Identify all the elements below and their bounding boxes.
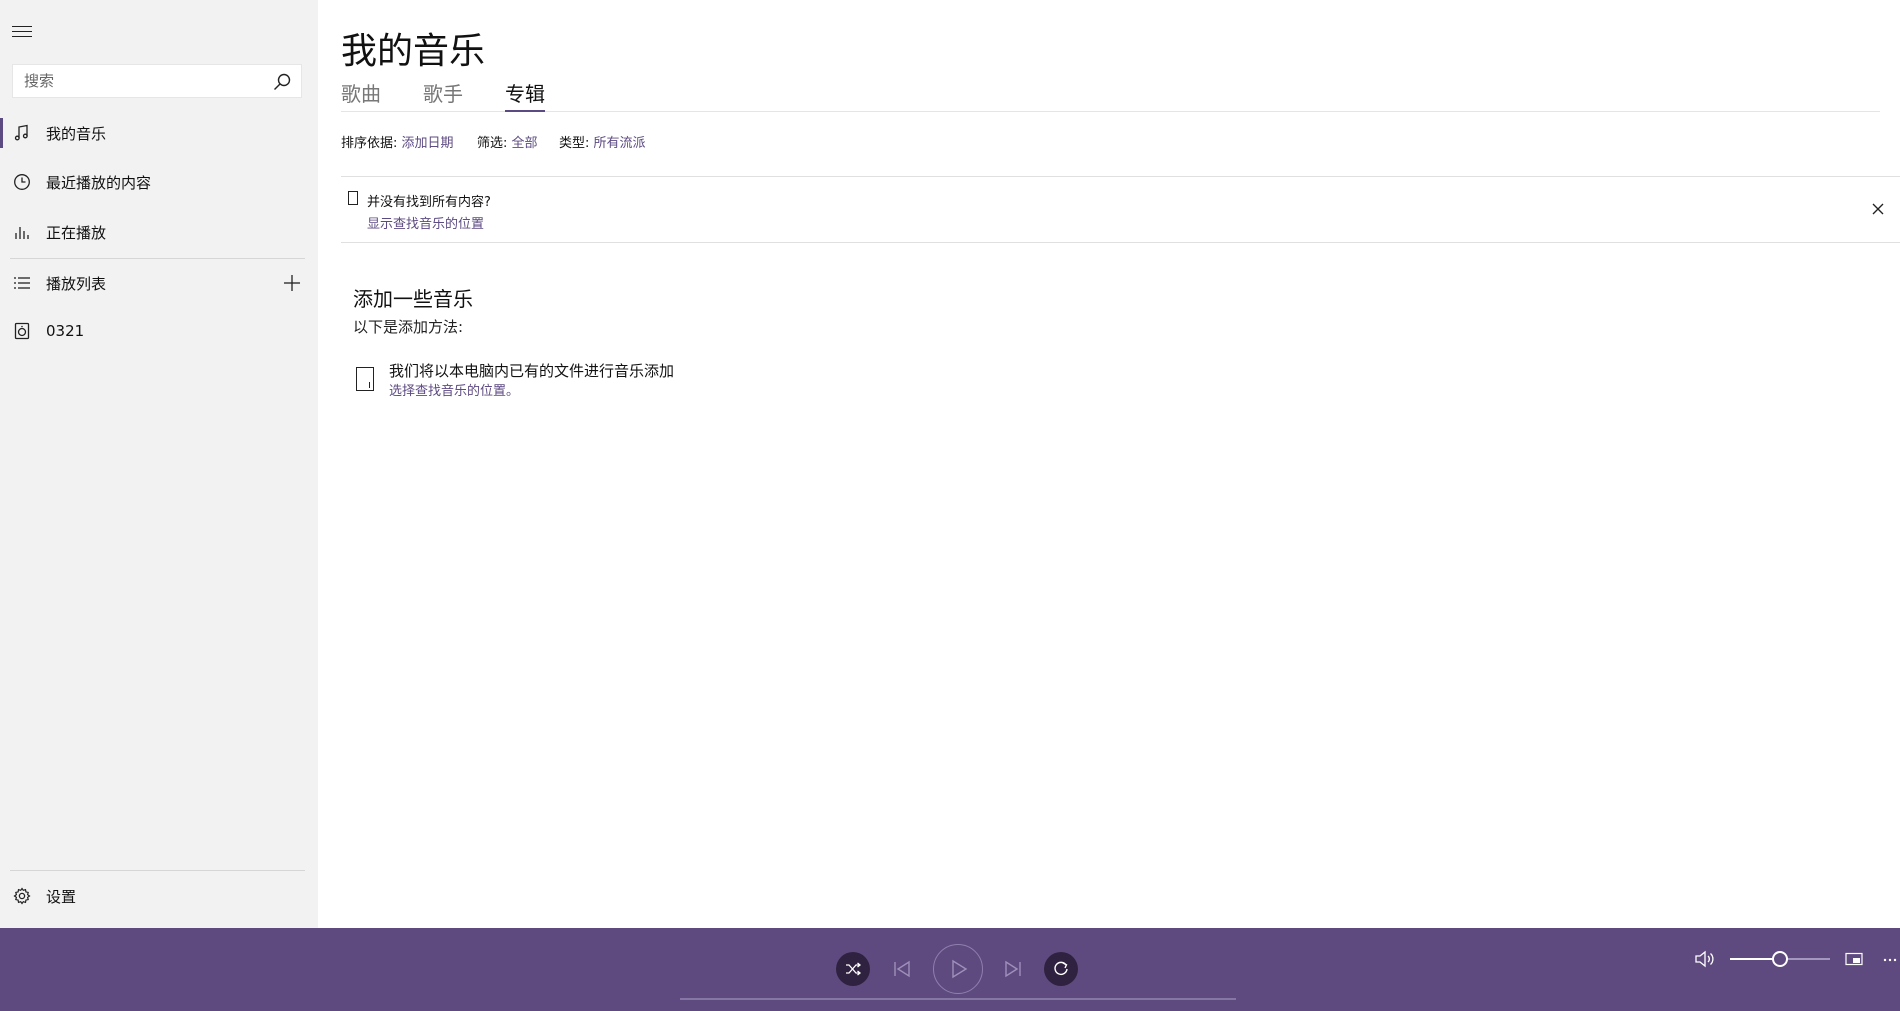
banner-text: 并没有找到所有内容?: [367, 195, 491, 210]
sidebar-item-recent[interactable]: 最近播放的内容: [0, 159, 318, 205]
sort-value[interactable]: 添加日期: [402, 136, 454, 151]
add-music-method-text: 我们将以本电脑内已有的文件进行音乐添加: [389, 362, 675, 380]
tab-artists[interactable]: 歌手: [423, 78, 463, 112]
speaker-icon: [13, 322, 31, 340]
sidebar-item-settings[interactable]: 设置: [0, 873, 318, 919]
tab-albums[interactable]: 专辑: [505, 78, 545, 112]
sort-label: 排序依据:: [341, 136, 398, 151]
sidebar-divider: [10, 258, 305, 259]
add-music-title: 添加一些音乐: [353, 287, 473, 311]
shuffle-icon: [846, 962, 862, 976]
volume-icon: [1695, 950, 1714, 968]
choose-music-locations-link[interactable]: 选择查找音乐的位置。: [389, 380, 519, 399]
page-title: 我的音乐: [341, 31, 486, 72]
close-icon[interactable]: [1870, 201, 1886, 217]
mini-view-button[interactable]: [1843, 948, 1865, 970]
playback-progress-bar[interactable]: [680, 998, 1236, 1000]
filter-label: 筛选:: [477, 136, 508, 151]
shuffle-button[interactable]: [836, 952, 870, 986]
search-input[interactable]: [13, 65, 263, 97]
volume-button[interactable]: [1693, 947, 1717, 971]
filter-value[interactable]: 全部: [512, 136, 538, 151]
sort-filter[interactable]: 排序依据: 添加日期: [341, 132, 454, 151]
player-bar: [0, 928, 1900, 1011]
hamburger-menu-icon[interactable]: [12, 26, 32, 40]
tab-songs[interactable]: 歌曲: [341, 78, 381, 112]
genre-label: 类型:: [559, 136, 590, 151]
sidebar-item-my-music[interactable]: 我的音乐: [0, 110, 318, 156]
sidebar-item-label: 最近播放的内容: [46, 173, 152, 192]
previous-button[interactable]: [890, 957, 914, 981]
more-icon: [1883, 958, 1897, 962]
next-button[interactable]: [1001, 957, 1025, 981]
playlist-icon: [13, 274, 31, 292]
search-icon[interactable]: [271, 71, 293, 93]
sidebar-divider: [10, 870, 305, 871]
sidebar-item-label: 正在播放: [46, 223, 107, 242]
play-icon: [952, 959, 968, 979]
music-note-icon: [13, 124, 31, 142]
clock-icon: [13, 173, 31, 191]
sidebar-item-label: 我的音乐: [46, 124, 107, 143]
device-icon: [356, 367, 374, 391]
add-playlist-icon[interactable]: [282, 273, 302, 293]
sidebar: 我的音乐 最近播放的内容 正在播放: [0, 0, 318, 928]
sidebar-item-playlists[interactable]: 播放列表: [0, 260, 318, 306]
main-content: 我的音乐 歌曲 歌手 专辑 排序依据: 添加日期 筛选: 全部 类型: 所有流派…: [318, 0, 1900, 928]
more-options-button[interactable]: [1880, 950, 1900, 970]
sidebar-item-label: 0321: [46, 322, 85, 340]
add-music-subtitle: 以下是添加方法:: [353, 318, 464, 336]
mini-player-icon: [1845, 952, 1863, 966]
repeat-button[interactable]: [1044, 952, 1078, 986]
next-icon: [1005, 960, 1021, 978]
missing-content-banner: 并没有找到所有内容? 显示查找音乐的位置: [341, 176, 1900, 243]
previous-icon: [894, 960, 910, 978]
sidebar-item-label: 播放列表: [46, 274, 107, 293]
repeat-icon: [1054, 961, 1068, 975]
gear-icon: [13, 887, 31, 905]
sidebar-item-label: 设置: [46, 887, 77, 906]
search-box: [12, 64, 302, 98]
device-icon: [348, 191, 358, 205]
volume-slider-fill: [1730, 958, 1772, 960]
equalizer-icon: [13, 223, 31, 241]
show-music-locations-link[interactable]: 显示查找音乐的位置: [367, 213, 484, 232]
volume-slider-thumb[interactable]: [1772, 951, 1788, 967]
sidebar-item-now-playing[interactable]: 正在播放: [0, 209, 318, 255]
volume-slider[interactable]: [1730, 951, 1830, 967]
sidebar-item-playlist-0321[interactable]: 0321: [0, 308, 318, 354]
filter-filter[interactable]: 筛选: 全部: [477, 132, 538, 151]
tab-bar: 歌曲 歌手 专辑: [341, 78, 1880, 112]
genre-value[interactable]: 所有流派: [594, 136, 646, 151]
play-button[interactable]: [933, 944, 983, 994]
genre-filter[interactable]: 类型: 所有流派: [559, 132, 646, 151]
